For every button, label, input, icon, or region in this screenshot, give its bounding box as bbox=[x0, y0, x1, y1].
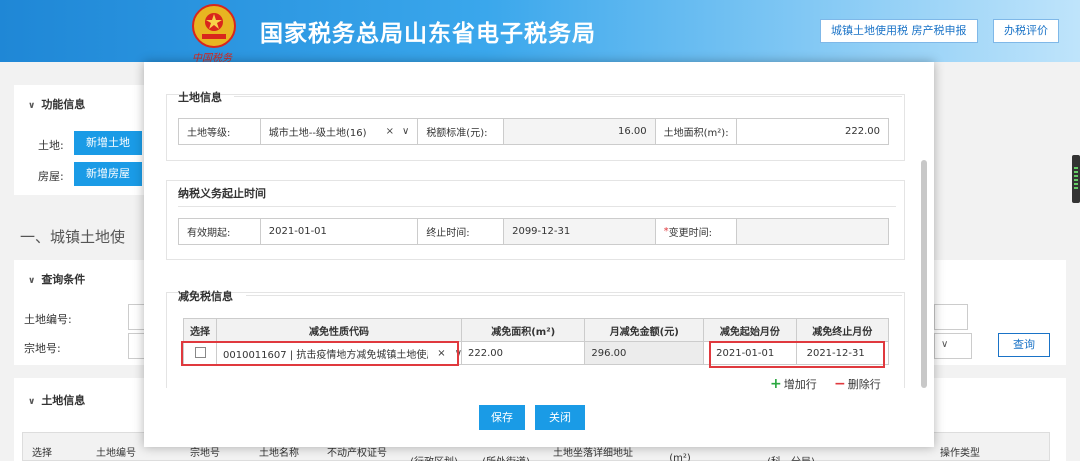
col-header: 选择 bbox=[32, 448, 52, 459]
tax-emblem-icon bbox=[192, 4, 236, 48]
col-header: (行政区划) bbox=[404, 453, 464, 461]
start-label: 有效期起: bbox=[179, 219, 261, 244]
relief-area-input[interactable]: 222.00 bbox=[460, 341, 586, 365]
highlight-box-code bbox=[181, 341, 459, 366]
end-date-value: 2099-12-31 bbox=[504, 219, 656, 244]
col-start: 减免起始月份 bbox=[703, 318, 797, 342]
tax-std-value: 16.00 bbox=[504, 119, 656, 144]
right-select[interactable]: ∨ bbox=[934, 333, 972, 359]
section-title: 一、城镇土地使 bbox=[20, 228, 126, 246]
site-title: 国家税务总局山东省电子税务局 bbox=[260, 21, 596, 47]
col-header: (m²) bbox=[669, 453, 691, 461]
tax-period-title: 纳税义务起止时间 bbox=[178, 187, 266, 200]
col-code: 减免性质代码 bbox=[216, 318, 462, 342]
land-label: 土地: bbox=[38, 139, 64, 152]
col-select: 选择 bbox=[183, 318, 217, 342]
tax-declare-button[interactable]: 城镇土地使用税 房产税申报 bbox=[820, 19, 978, 43]
add-row-button[interactable]: + 增加行 bbox=[770, 376, 817, 392]
query-button[interactable]: 查询 bbox=[998, 333, 1050, 357]
modal-scrollbar[interactable] bbox=[921, 160, 927, 388]
clear-icon[interactable]: × bbox=[386, 126, 394, 137]
plus-icon: + bbox=[770, 376, 782, 392]
side-drag-handle[interactable] bbox=[1072, 155, 1080, 203]
right-input[interactable] bbox=[934, 304, 968, 330]
end-label: 终止时间: bbox=[418, 219, 505, 244]
query-title: ∨ 查询条件 bbox=[28, 273, 86, 286]
col-end: 减免终止月份 bbox=[795, 318, 890, 342]
land-info-row: 土地等级: 城市土地--级土地(16) × ∨ 税额标准(元): 16.00 土… bbox=[178, 118, 889, 145]
col-header: (所处街道) bbox=[476, 453, 536, 461]
divider bbox=[234, 96, 902, 97]
area-label: 土地面积(m²): bbox=[655, 119, 738, 144]
divider bbox=[246, 295, 902, 296]
start-date-input[interactable]: 2021-01-01 bbox=[260, 219, 419, 244]
house-label: 房屋: bbox=[38, 170, 64, 183]
rating-button[interactable]: 办税评价 bbox=[993, 19, 1059, 43]
chevron-down-icon[interactable]: ∨ bbox=[28, 397, 35, 407]
relief-title: 减免税信息 bbox=[178, 290, 233, 303]
grade-label: 土地等级: bbox=[179, 119, 261, 144]
add-house-button[interactable]: 新增房屋 bbox=[74, 162, 142, 186]
chevron-down-icon[interactable]: ∨ bbox=[28, 276, 35, 286]
delete-row-button[interactable]: − 删除行 bbox=[834, 376, 881, 392]
col-monthly: 月减免金额(元) bbox=[584, 318, 705, 342]
land-list-title: ∨ 土地信息 bbox=[28, 394, 86, 407]
land-no-label: 土地编号: bbox=[24, 313, 72, 326]
chevron-down-icon[interactable]: ∨ bbox=[28, 101, 35, 111]
land-area-input[interactable]: 222.00 bbox=[737, 119, 888, 144]
monthly-amount-value: 296.00 bbox=[584, 341, 705, 365]
col-header: 操作类型 bbox=[940, 448, 980, 459]
grade-value: 城市土地--级土地(16) bbox=[268, 128, 367, 139]
land-info-title: 土地信息 bbox=[178, 91, 222, 104]
close-button[interactable]: 关闭 bbox=[535, 405, 585, 430]
tax-std-label: 税额标准(元): bbox=[418, 119, 505, 144]
save-button[interactable]: 保存 bbox=[479, 405, 525, 430]
site-header: 中国税务 国家税务总局山东省电子税务局 城镇土地使用税 房产税申报 办税评价 bbox=[0, 0, 1080, 64]
add-land-button[interactable]: 新增土地 bbox=[74, 131, 142, 155]
minus-icon: − bbox=[834, 376, 846, 392]
change-date-input[interactable] bbox=[737, 219, 888, 244]
divider bbox=[178, 206, 896, 207]
change-label: * 变更时间: bbox=[655, 219, 738, 244]
col-header: (科、分局) bbox=[756, 453, 826, 461]
tax-period-row: 有效期起: 2021-01-01 终止时间: 2099-12-31 * 变更时间: bbox=[178, 218, 889, 245]
highlight-box-dates bbox=[709, 341, 885, 368]
land-grade-select[interactable]: 城市土地--级土地(16) × ∨ bbox=[260, 119, 419, 144]
col-header: 土地编号 bbox=[96, 448, 136, 459]
chevron-down-icon[interactable]: ∨ bbox=[402, 126, 409, 137]
func-info-title: ∨ 功能信息 bbox=[28, 98, 86, 111]
parcel-no-label: 宗地号: bbox=[24, 342, 61, 355]
col-area: 减免面积(m²) bbox=[460, 318, 586, 342]
